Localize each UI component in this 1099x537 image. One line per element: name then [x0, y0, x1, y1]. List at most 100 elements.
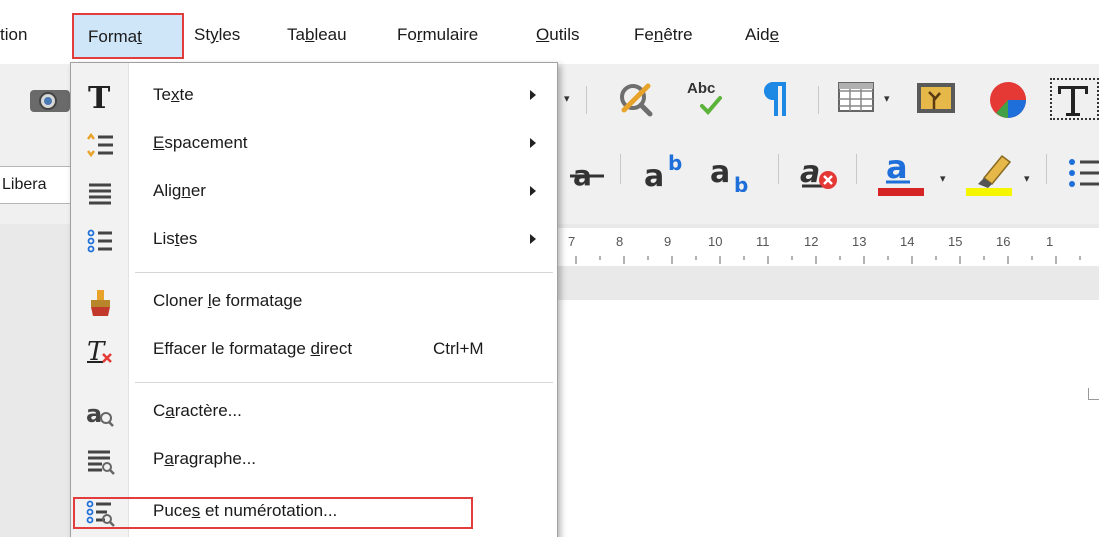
menu-aide[interactable]: Aide	[745, 19, 779, 51]
menu-format-label-a: Forma	[88, 27, 138, 46]
ruler-number: 10	[708, 234, 723, 249]
ruler-number: 8	[616, 234, 624, 249]
menu-item-label: Effacer le formatage direct	[153, 339, 353, 358]
toolbar-separator	[1046, 154, 1047, 184]
insert-chart-icon[interactable]	[988, 80, 1028, 125]
menu-format-accel: t	[137, 27, 142, 46]
table-icon[interactable]	[838, 82, 874, 117]
clear-direct-formatting-icon[interactable]: a	[798, 150, 838, 197]
image-capture-icon[interactable]	[26, 84, 72, 114]
svg-text:b: b	[734, 173, 748, 192]
toolbar-separator	[818, 86, 819, 114]
document-margin-area	[0, 224, 72, 537]
menu-separator	[135, 382, 553, 383]
toolbar-separator	[856, 154, 857, 184]
menu-item-label: Cloner le formatage	[153, 291, 303, 310]
menu-formulaire-label-a: Fo	[397, 25, 417, 44]
menu-formulaire[interactable]: Formulaire	[397, 19, 478, 51]
highlight-box	[73, 497, 473, 529]
menu-item-paragraphe[interactable]: Paragraphe...	[71, 437, 557, 485]
menu-fenetre-accel: n	[653, 25, 664, 44]
menu-item-aligner[interactable]: Aligner	[71, 169, 557, 217]
dropdown-arrow-icon[interactable]: ▾	[564, 92, 570, 105]
align-icon	[85, 179, 115, 207]
spacing-icon	[85, 131, 115, 159]
font-name-input[interactable]: Libera	[0, 166, 72, 204]
menu-format[interactable]: Format	[72, 13, 184, 59]
table-dropdown-icon[interactable]: ▾	[884, 92, 890, 105]
ruler-ticks	[575, 256, 1081, 264]
insert-image-icon[interactable]	[916, 82, 956, 119]
ruler-number: 12	[804, 234, 819, 249]
menu-styles-label-b: les	[218, 25, 241, 44]
superscript-icon[interactable]: ab	[642, 150, 688, 197]
menu-fenetre-label-a: Fe	[634, 25, 654, 44]
find-replace-icon[interactable]	[616, 80, 656, 123]
ruler-number: 11	[756, 234, 770, 249]
menu-styles[interactable]: Styles	[194, 19, 240, 51]
menu-edition-label: tion	[0, 25, 28, 44]
submenu-arrow-icon	[530, 138, 536, 148]
character-icon: a	[85, 399, 115, 428]
ruler-number: 16	[996, 234, 1011, 249]
menu-outils[interactable]: Outils	[536, 19, 579, 51]
menu-item-label: Caractère...	[153, 401, 242, 420]
menu-tableau-label-b: leau	[314, 25, 347, 44]
font-color-icon[interactable]: a	[876, 146, 926, 203]
page-corner-mark	[1088, 388, 1099, 400]
format-dropdown-menu: T Texte Espacement Aligner Listes Cloner…	[70, 62, 558, 537]
paragraph-icon	[85, 447, 115, 475]
menu-fenetre[interactable]: Fenêtre	[634, 19, 693, 51]
submenu-arrow-icon	[530, 90, 536, 100]
menu-item-label: Listes	[153, 229, 198, 248]
strikethrough-icon[interactable]: a	[570, 154, 604, 199]
highlight-dropdown-icon[interactable]: ▾	[1024, 172, 1030, 185]
ruler-number: 1	[1046, 234, 1054, 249]
font-color-dropdown-icon[interactable]: ▾	[940, 172, 946, 185]
subscript-icon[interactable]: ab	[708, 150, 754, 197]
font-name-value: Libera	[2, 176, 47, 193]
submenu-arrow-icon	[530, 234, 536, 244]
menu-tableau[interactable]: Tableau	[287, 19, 347, 51]
menu-outils-label-b: utils	[549, 25, 580, 44]
menu-item-label: Espacement	[153, 133, 248, 152]
clone-format-brush-icon	[85, 289, 115, 317]
menu-item-caractere[interactable]: a Caractère...	[71, 389, 557, 437]
ruler-number: 7	[568, 234, 576, 249]
menu-tableau-label-a: Ta	[287, 25, 305, 44]
svg-text:a: a	[644, 159, 664, 192]
menu-aide-label-a: Aid	[745, 25, 770, 44]
shortcut-label: Ctrl+M	[433, 339, 484, 358]
menu-formulaire-label-b: mulaire	[422, 25, 479, 44]
menu-outils-accel: O	[536, 25, 550, 44]
menu-item-cloner-formatage[interactable]: Cloner le formatage	[71, 279, 557, 327]
insert-text-box-icon[interactable]	[1050, 78, 1099, 120]
menu-item-effacer-formatage[interactable]: T Effacer le formatage direct Ctrl+M	[71, 327, 557, 375]
toolbar-separator	[586, 86, 587, 114]
menu-item-texte[interactable]: T Texte	[71, 73, 557, 121]
submenu-arrow-icon	[530, 186, 536, 196]
svg-text:a: a	[86, 400, 102, 428]
toggle-list-icon[interactable]	[1066, 156, 1099, 195]
menu-aide-accel: e	[769, 25, 780, 44]
formatting-marks-icon[interactable]	[760, 78, 790, 125]
menu-item-listes[interactable]: Listes	[71, 217, 557, 265]
menu-item-label: Paragraphe...	[153, 449, 257, 468]
spellcheck-icon[interactable]: Abc	[684, 78, 730, 118]
menu-item-label: Aligner	[153, 181, 206, 200]
menu-item-label: Texte	[153, 85, 194, 104]
svg-text:a: a	[710, 155, 730, 190]
document-page[interactable]	[556, 300, 1099, 537]
toolbar-separator	[620, 154, 621, 184]
menu-styles-accel: y	[210, 25, 219, 44]
menu-styles-label-a: St	[194, 25, 211, 44]
svg-text:T: T	[88, 82, 111, 112]
highlight-color-icon[interactable]	[964, 144, 1014, 203]
horizontal-ruler[interactable]: 7 8 9 10 11 12 13 14 15 16 1	[556, 228, 1099, 266]
list-icon	[85, 227, 115, 255]
menu-edition[interactable]: tion	[0, 19, 27, 51]
menubar: tion Format Styles Tableau Formulaire Ou…	[0, 0, 1099, 64]
toolbar-separator	[778, 154, 779, 184]
menu-item-espacement[interactable]: Espacement	[71, 121, 557, 169]
text-T-icon: T	[85, 82, 115, 112]
